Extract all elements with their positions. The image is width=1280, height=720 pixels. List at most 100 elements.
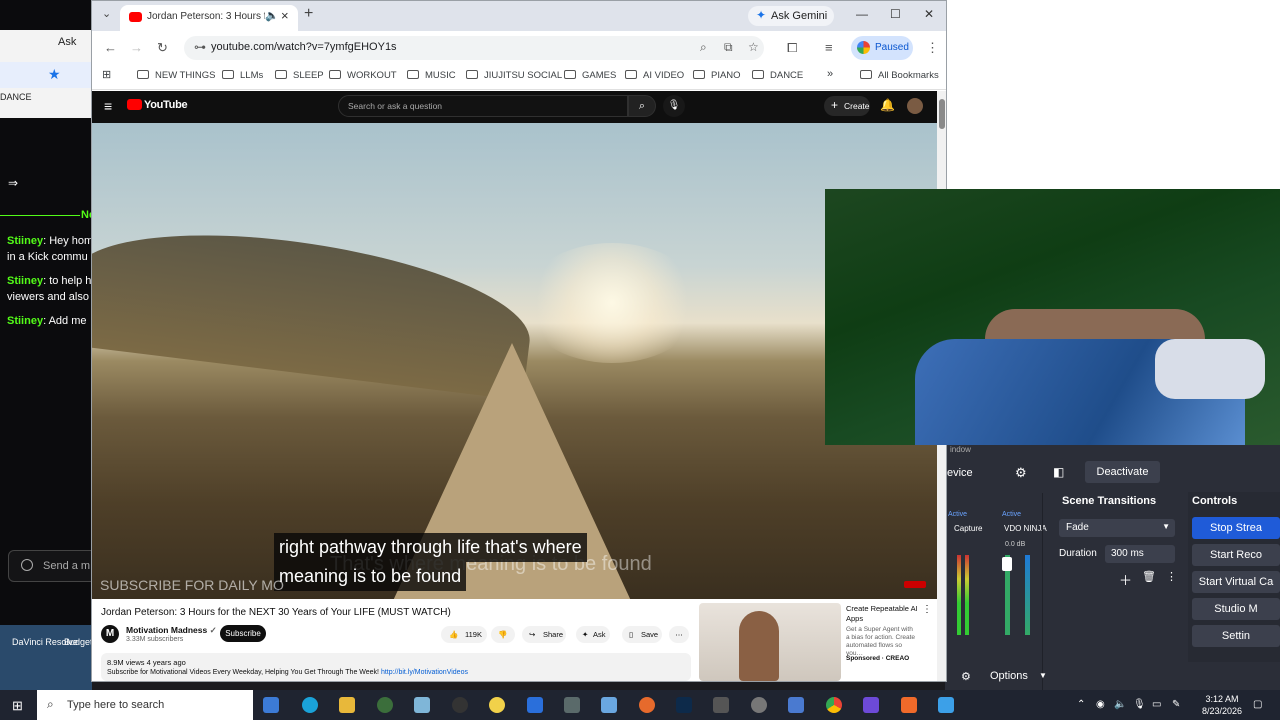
zoom-icon[interactable]: ⌕	[700, 40, 707, 55]
more-bookmarks-icon[interactable]: »	[827, 68, 833, 80]
more-icon[interactable]: ⋮	[1166, 570, 1177, 583]
new-tab-button[interactable]: +	[304, 5, 313, 23]
ad-title[interactable]: Create Repeatable AI Apps	[846, 604, 918, 624]
volume-slider-handle[interactable]	[1002, 557, 1012, 571]
like-button[interactable]: 👍 119K	[441, 626, 487, 643]
tab-search-icon[interactable]: ⌄	[102, 7, 111, 20]
taskbar-search[interactable]: ⌕ Type here to search	[37, 690, 253, 720]
channel-name[interactable]: Motivation Madness ✓	[126, 625, 217, 636]
bookmark-folder[interactable]: GAMES	[564, 70, 616, 81]
hamburger-menu-icon[interactable]: ≡	[104, 98, 112, 114]
tray-icon[interactable]: ◉	[1096, 699, 1105, 710]
youtube-logo-text[interactable]: YouTube	[144, 99, 188, 111]
stop-streaming-button[interactable]: Stop Strea	[1192, 517, 1280, 539]
video-player[interactable]: That's where meaning is to be found righ…	[92, 123, 937, 599]
chat-username[interactable]: Stiiney	[7, 275, 43, 287]
file-explorer-icon[interactable]	[339, 697, 355, 713]
tab-youtube[interactable]: Jordan Peterson: 3 Hours fo 🔈 ×	[120, 5, 298, 31]
app-icon[interactable]	[377, 697, 393, 713]
obs-icon[interactable]	[452, 697, 468, 713]
studio-mode-button[interactable]: Studio M	[1192, 598, 1280, 620]
speaker-icon[interactable]: 🔈	[265, 9, 279, 22]
channel-watermark-icon[interactable]	[904, 581, 926, 588]
back-icon[interactable]: ←	[104, 40, 117, 55]
chrome-menu-icon[interactable]: ⋮	[926, 40, 939, 56]
address-bar[interactable]: ⊶ youtube.com/watch?v=7ymfgEHOY1s ⌕ ⧉ ☆	[184, 36, 764, 60]
app-icon[interactable]	[938, 697, 954, 713]
youtube-logo-icon[interactable]	[127, 99, 142, 110]
options-dropdown[interactable]: Options ▼	[982, 667, 1050, 685]
close-window-icon[interactable]: ✕	[924, 7, 934, 21]
chat-input[interactable]: Send a m	[8, 550, 98, 582]
notifications-icon[interactable]: ▢	[1253, 699, 1262, 710]
maximize-icon[interactable]: ☐	[890, 7, 901, 21]
davinci-icon[interactable]	[713, 697, 729, 713]
bookmark-dance[interactable]: DANCE	[0, 92, 32, 102]
edge-icon[interactable]	[302, 697, 318, 713]
mic-icon[interactable]: 🎙	[1133, 699, 1146, 710]
ad-thumbnail[interactable]	[699, 603, 841, 681]
capture-source[interactable]: Capture	[954, 524, 982, 533]
network-icon[interactable]: ▭	[1152, 699, 1161, 710]
youtube-search-input[interactable]: Search or ask a question	[338, 95, 628, 117]
bookmark-folder[interactable]: AI VIDEO	[625, 70, 684, 81]
app-icon[interactable]	[863, 697, 879, 713]
tray-chevron-icon[interactable]: ⌃	[1077, 699, 1085, 710]
chat-username[interactable]: Stiiney	[7, 315, 43, 327]
app-icon[interactable]	[414, 697, 430, 713]
app-icon[interactable]	[788, 697, 804, 713]
task-view-icon[interactable]	[263, 697, 279, 713]
docs-icon[interactable]	[527, 697, 543, 713]
media-control-icon[interactable]: ≡	[825, 40, 833, 55]
bookmark-folder[interactable]: PIANO	[693, 70, 741, 81]
microphone-icon[interactable]: 🎙	[663, 95, 685, 117]
extensions-icon[interactable]: ⧠	[787, 40, 797, 56]
bookmark-folder[interactable]: WORKOUT	[329, 70, 397, 81]
subscribe-button[interactable]: Subscribe	[220, 625, 266, 642]
notifications-bell-icon[interactable]: 🔔	[880, 98, 895, 112]
clock[interactable]: 3:12 AM 8/23/2026	[1197, 693, 1247, 717]
brave-icon[interactable]	[901, 697, 917, 713]
filter-icon[interactable]: ◧	[1053, 465, 1064, 479]
install-icon[interactable]: ⧉	[724, 40, 733, 55]
more-actions-icon[interactable]: ⋯	[669, 626, 689, 643]
app-icon[interactable]	[601, 697, 617, 713]
gear-icon[interactable]: ⚙	[961, 670, 971, 683]
search-icon[interactable]: ⌕	[628, 95, 656, 117]
channel-avatar[interactable]: M	[101, 625, 119, 643]
forward-icon[interactable]: →	[130, 40, 143, 55]
duration-stepper[interactable]: 300 ms	[1105, 545, 1175, 563]
url-text[interactable]: youtube.com/watch?v=7ymfgEHOY1s	[211, 41, 397, 53]
photoshop-icon[interactable]	[676, 697, 692, 713]
transition-select[interactable]: Fade ▼	[1059, 519, 1175, 537]
windows-start-icon[interactable]: ⊞	[12, 698, 23, 714]
lightbulb-icon[interactable]	[489, 697, 505, 713]
bookmark-folder[interactable]: NEW THINGS	[137, 70, 216, 81]
dislike-button[interactable]: 👎	[491, 626, 515, 643]
close-icon[interactable]: ×	[281, 8, 289, 23]
vdo-ninja-source[interactable]: VDO NINJA	[1004, 524, 1047, 533]
gear-icon[interactable]: ⚙	[1015, 465, 1027, 481]
trash-icon[interactable]: 🗑	[1142, 570, 1156, 583]
volume-icon[interactable]: 🔈	[1114, 699, 1126, 710]
chrome-icon[interactable]	[826, 697, 842, 713]
star-icon[interactable]: ★	[48, 66, 61, 83]
start-recording-button[interactable]: Start Reco	[1192, 544, 1280, 566]
add-icon[interactable]: ＋	[1119, 570, 1132, 589]
create-button[interactable]: + Create	[824, 96, 870, 116]
start-virtual-camera-button[interactable]: Start Virtual Ca	[1192, 571, 1280, 593]
bookmark-folder[interactable]: DANCE	[752, 70, 803, 81]
ad-more-icon[interactable]: ⋮	[922, 604, 932, 615]
deactivate-button[interactable]: Deactivate	[1085, 461, 1160, 483]
scrollbar-thumb[interactable]	[939, 99, 945, 129]
site-info-icon[interactable]: ⊶	[194, 40, 206, 54]
description-link[interactable]: http://bit.ly/MotivationVideos	[381, 669, 468, 676]
share-button[interactable]: ↪ Share	[522, 626, 566, 643]
bookmark-folder[interactable]: MUSIC	[407, 70, 456, 81]
account-avatar[interactable]	[907, 98, 923, 114]
emote-icon[interactable]	[21, 559, 33, 571]
pen-icon[interactable]: ✎	[1172, 699, 1180, 710]
apps-grid-icon[interactable]: ⊞	[102, 68, 111, 81]
chat-username[interactable]: Stiiney	[7, 235, 43, 247]
save-button[interactable]: ▯ Save	[622, 626, 662, 643]
